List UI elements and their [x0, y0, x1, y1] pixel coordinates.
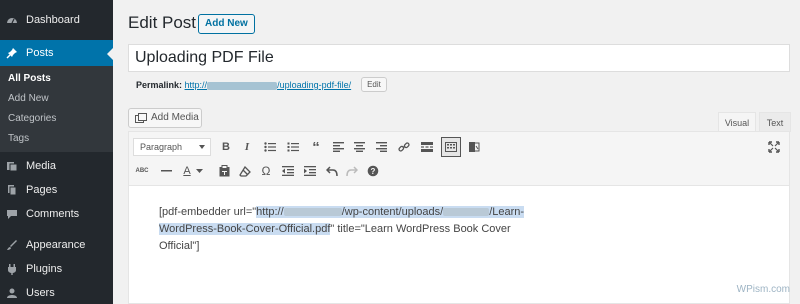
- submenu-item-add-new[interactable]: Add New: [8, 93, 49, 104]
- add-media-button[interactable]: Add Media: [128, 108, 202, 128]
- link-icon[interactable]: [395, 138, 413, 156]
- sidebar-item-label: Users: [26, 287, 55, 299]
- tab-visual[interactable]: Visual: [718, 112, 756, 132]
- permalink-link[interactable]: http:// /uploading-pdf-file/: [185, 80, 352, 90]
- format-select-value: Paragraph: [140, 142, 183, 152]
- page-title: Edit Post: [128, 13, 197, 32]
- bullet-list-icon[interactable]: [261, 138, 279, 156]
- editor-content[interactable]: [pdf-embedder url="http:// /wp-content/up…: [159, 204, 589, 255]
- add-media-label: Add Media: [151, 112, 199, 123]
- permalink-prefix: http://: [184, 80, 208, 90]
- sidebar-item-media[interactable]: Media: [0, 153, 113, 179]
- align-center-icon[interactable]: [350, 138, 368, 156]
- italic-icon[interactable]: I: [238, 138, 256, 156]
- clear-formatting-icon[interactable]: [236, 162, 254, 180]
- redacted-folder: [443, 208, 490, 217]
- sidebar-item-label: Media: [26, 160, 56, 172]
- chevron-down-icon[interactable]: [193, 162, 205, 180]
- sidebar-item-label: Dashboard: [26, 14, 80, 26]
- read-more-icon[interactable]: [418, 138, 436, 156]
- permalink-label: Permalink:: [136, 80, 183, 90]
- url-end: WordPress-Book-Cover-Official.pdf: [159, 223, 331, 235]
- chevron-down-icon: [199, 145, 205, 149]
- comments-icon: [6, 208, 18, 220]
- toolbar-toggle-icon[interactable]: [441, 137, 461, 157]
- sidebar-item-comments[interactable]: Comments: [0, 201, 113, 227]
- admin-sidebar: Dashboard Posts All Posts Add New Catego…: [0, 0, 113, 304]
- sidebar-item-label: Plugins: [26, 263, 63, 275]
- dashboard-icon: [6, 14, 18, 26]
- post-title-input[interactable]: Uploading PDF File: [128, 44, 790, 72]
- media-icon: [135, 112, 147, 124]
- permalink-row: Permalink: http:// /uploading-pdf-file/: [136, 80, 351, 90]
- special-character-icon[interactable]: Ω: [257, 162, 275, 180]
- submenu-item-tags[interactable]: Tags: [8, 133, 29, 144]
- blockquote-icon[interactable]: “: [307, 138, 325, 156]
- url-path: /wp-content/uploads/: [341, 206, 444, 218]
- help-icon[interactable]: ?: [364, 162, 382, 180]
- bold-icon[interactable]: B: [217, 138, 235, 156]
- outdent-icon[interactable]: [279, 162, 297, 180]
- horizontal-line-icon[interactable]: [157, 162, 175, 180]
- indent-icon[interactable]: [301, 162, 319, 180]
- sidebar-item-plugins[interactable]: Plugins: [0, 256, 113, 282]
- submenu-item-categories[interactable]: Categories: [8, 113, 56, 124]
- url-path-2: /Learn-: [489, 206, 525, 218]
- align-left-icon[interactable]: [329, 138, 347, 156]
- sidebar-item-users[interactable]: Users: [0, 280, 113, 304]
- redo-icon[interactable]: [343, 162, 361, 180]
- pages-icon: [6, 184, 18, 196]
- sidebar-item-label: Appearance: [26, 239, 86, 251]
- redacted-domain: [207, 81, 278, 90]
- sidebar-item-appearance[interactable]: Appearance: [0, 232, 113, 258]
- strikethrough-icon[interactable]: ABC: [133, 162, 151, 180]
- shortcode-title: " title="Learn WordPress Book Cover: [330, 223, 511, 235]
- submenu-item-all-posts[interactable]: All Posts: [8, 73, 51, 84]
- sidebar-item-label: Comments: [26, 208, 80, 220]
- media-icon: [6, 160, 18, 172]
- post-editor: Paragraph B I “ ABC A Ω ? [pdf-embedder …: [128, 131, 790, 304]
- fullscreen-icon[interactable]: [765, 138, 783, 156]
- tab-text[interactable]: Text: [759, 112, 791, 132]
- appearance-icon: [6, 239, 18, 251]
- sidebar-item-dashboard[interactable]: Dashboard: [0, 7, 113, 33]
- posts-submenu: All Posts Add New Categories Tags: [0, 66, 113, 152]
- pdf-embed-icon[interactable]: [465, 138, 483, 156]
- plugins-icon: [6, 263, 18, 275]
- users-icon: [6, 287, 18, 299]
- sidebar-item-posts[interactable]: Posts: [0, 40, 113, 66]
- shortcode-end: Official"]: [159, 240, 200, 252]
- numbered-list-icon[interactable]: [284, 138, 302, 156]
- sidebar-item-pages[interactable]: Pages: [0, 177, 113, 203]
- svg-text:?: ?: [371, 167, 376, 176]
- align-right-icon[interactable]: [372, 138, 390, 156]
- pin-icon: [6, 47, 18, 59]
- permalink-edit-button[interactable]: Edit: [361, 77, 387, 92]
- sidebar-item-label: Pages: [26, 184, 58, 196]
- redacted-domain: [283, 208, 342, 217]
- add-new-button[interactable]: Add New: [198, 14, 255, 34]
- undo-icon[interactable]: [323, 162, 341, 180]
- url-start: http://: [256, 206, 284, 218]
- watermark: WPism.com: [736, 284, 790, 295]
- shortcode-prefix: [pdf-embedder url=": [159, 206, 257, 218]
- format-select[interactable]: Paragraph: [133, 138, 211, 156]
- permalink-slug: /uploading-pdf-file/: [277, 80, 352, 90]
- editor-toolbar: Paragraph B I “ ABC A Ω ?: [129, 132, 789, 186]
- paste-text-icon[interactable]: [215, 162, 233, 180]
- sidebar-item-label: Posts: [26, 47, 54, 59]
